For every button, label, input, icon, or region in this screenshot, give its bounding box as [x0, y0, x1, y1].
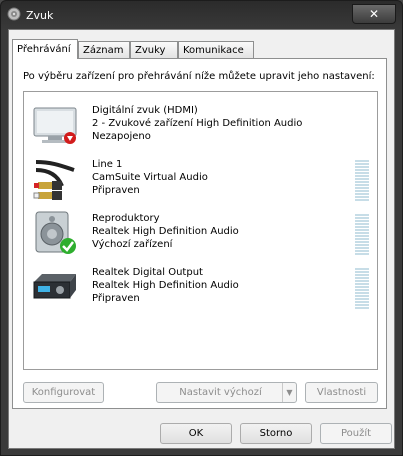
- sound-dialog-window: Zvuk ✕ Přehrávání Záznam Zvuky Komunikac…: [0, 0, 403, 456]
- device-name: Realtek Digital Output: [92, 267, 203, 278]
- tab-sounds[interactable]: Zvuky: [130, 41, 178, 58]
- tab-playback[interactable]: Přehrávání: [12, 39, 78, 59]
- device-status: Připraven: [92, 293, 140, 304]
- cancel-button[interactable]: Storno: [240, 423, 312, 444]
- apply-button[interactable]: Použít: [320, 423, 392, 444]
- device-status: Výchozí zařízení: [92, 239, 173, 250]
- properties-button[interactable]: Vlastnosti: [305, 382, 378, 403]
- digital-output-device-icon: [33, 274, 76, 299]
- level-meter: [355, 214, 369, 256]
- rca-cable-icon: [33, 160, 75, 200]
- speaker-icon: [35, 211, 76, 254]
- window-title: Zvuk: [26, 9, 54, 22]
- device-description: 2 - Zvukové zařízení High Definition Aud…: [92, 118, 303, 129]
- device-item[interactable]: Line 1 CamSuite Virtual Audio Připraven: [24, 150, 377, 206]
- playback-panel: Po výběru zařízení pro přehrávání níže m…: [12, 58, 387, 409]
- device-item[interactable]: Digitální zvuk (HDMI) 2 - Zvukové zaříze…: [24, 96, 377, 152]
- device-status: Nezapojeno: [92, 131, 151, 142]
- device-item[interactable]: Realtek Digital Output Realtek High Defi…: [24, 258, 377, 314]
- device-description: Realtek High Definition Audio: [92, 280, 239, 291]
- instruction-text: Po výběru zařízení pro přehrávání níže m…: [23, 71, 375, 82]
- set-default-button[interactable]: Nastavit výchozí ▼: [156, 382, 297, 403]
- device-description: Realtek High Definition Audio: [92, 226, 239, 237]
- device-name: Line 1: [92, 159, 123, 170]
- set-default-label: Nastavit výchozí: [179, 387, 262, 398]
- dialog-client-area: Přehrávání Záznam Zvuky Komunikace Po vý…: [8, 29, 395, 449]
- device-description: CamSuite Virtual Audio: [92, 172, 208, 183]
- device-list: Digitální zvuk (HDMI) 2 - Zvukové zaříze…: [23, 91, 378, 370]
- speaker-app-icon: [7, 7, 21, 21]
- tab-communications[interactable]: Komunikace: [178, 41, 254, 58]
- device-status: Připraven: [92, 185, 140, 196]
- level-meter: [355, 268, 369, 310]
- chevron-down-icon[interactable]: ▼: [282, 383, 296, 402]
- ok-button[interactable]: OK: [160, 423, 232, 444]
- title-bar[interactable]: Zvuk ✕: [1, 1, 402, 29]
- configure-button[interactable]: Konfigurovat: [23, 382, 104, 403]
- device-name: Reproduktory: [92, 213, 160, 224]
- close-button[interactable]: ✕: [352, 4, 396, 24]
- tab-recording[interactable]: Záznam: [78, 41, 130, 58]
- device-item[interactable]: Reproduktory Realtek High Definition Aud…: [24, 204, 377, 260]
- level-meter: [355, 160, 369, 202]
- monitor-speaker-icon: [33, 107, 77, 144]
- device-name: Digitální zvuk (HDMI): [92, 105, 198, 116]
